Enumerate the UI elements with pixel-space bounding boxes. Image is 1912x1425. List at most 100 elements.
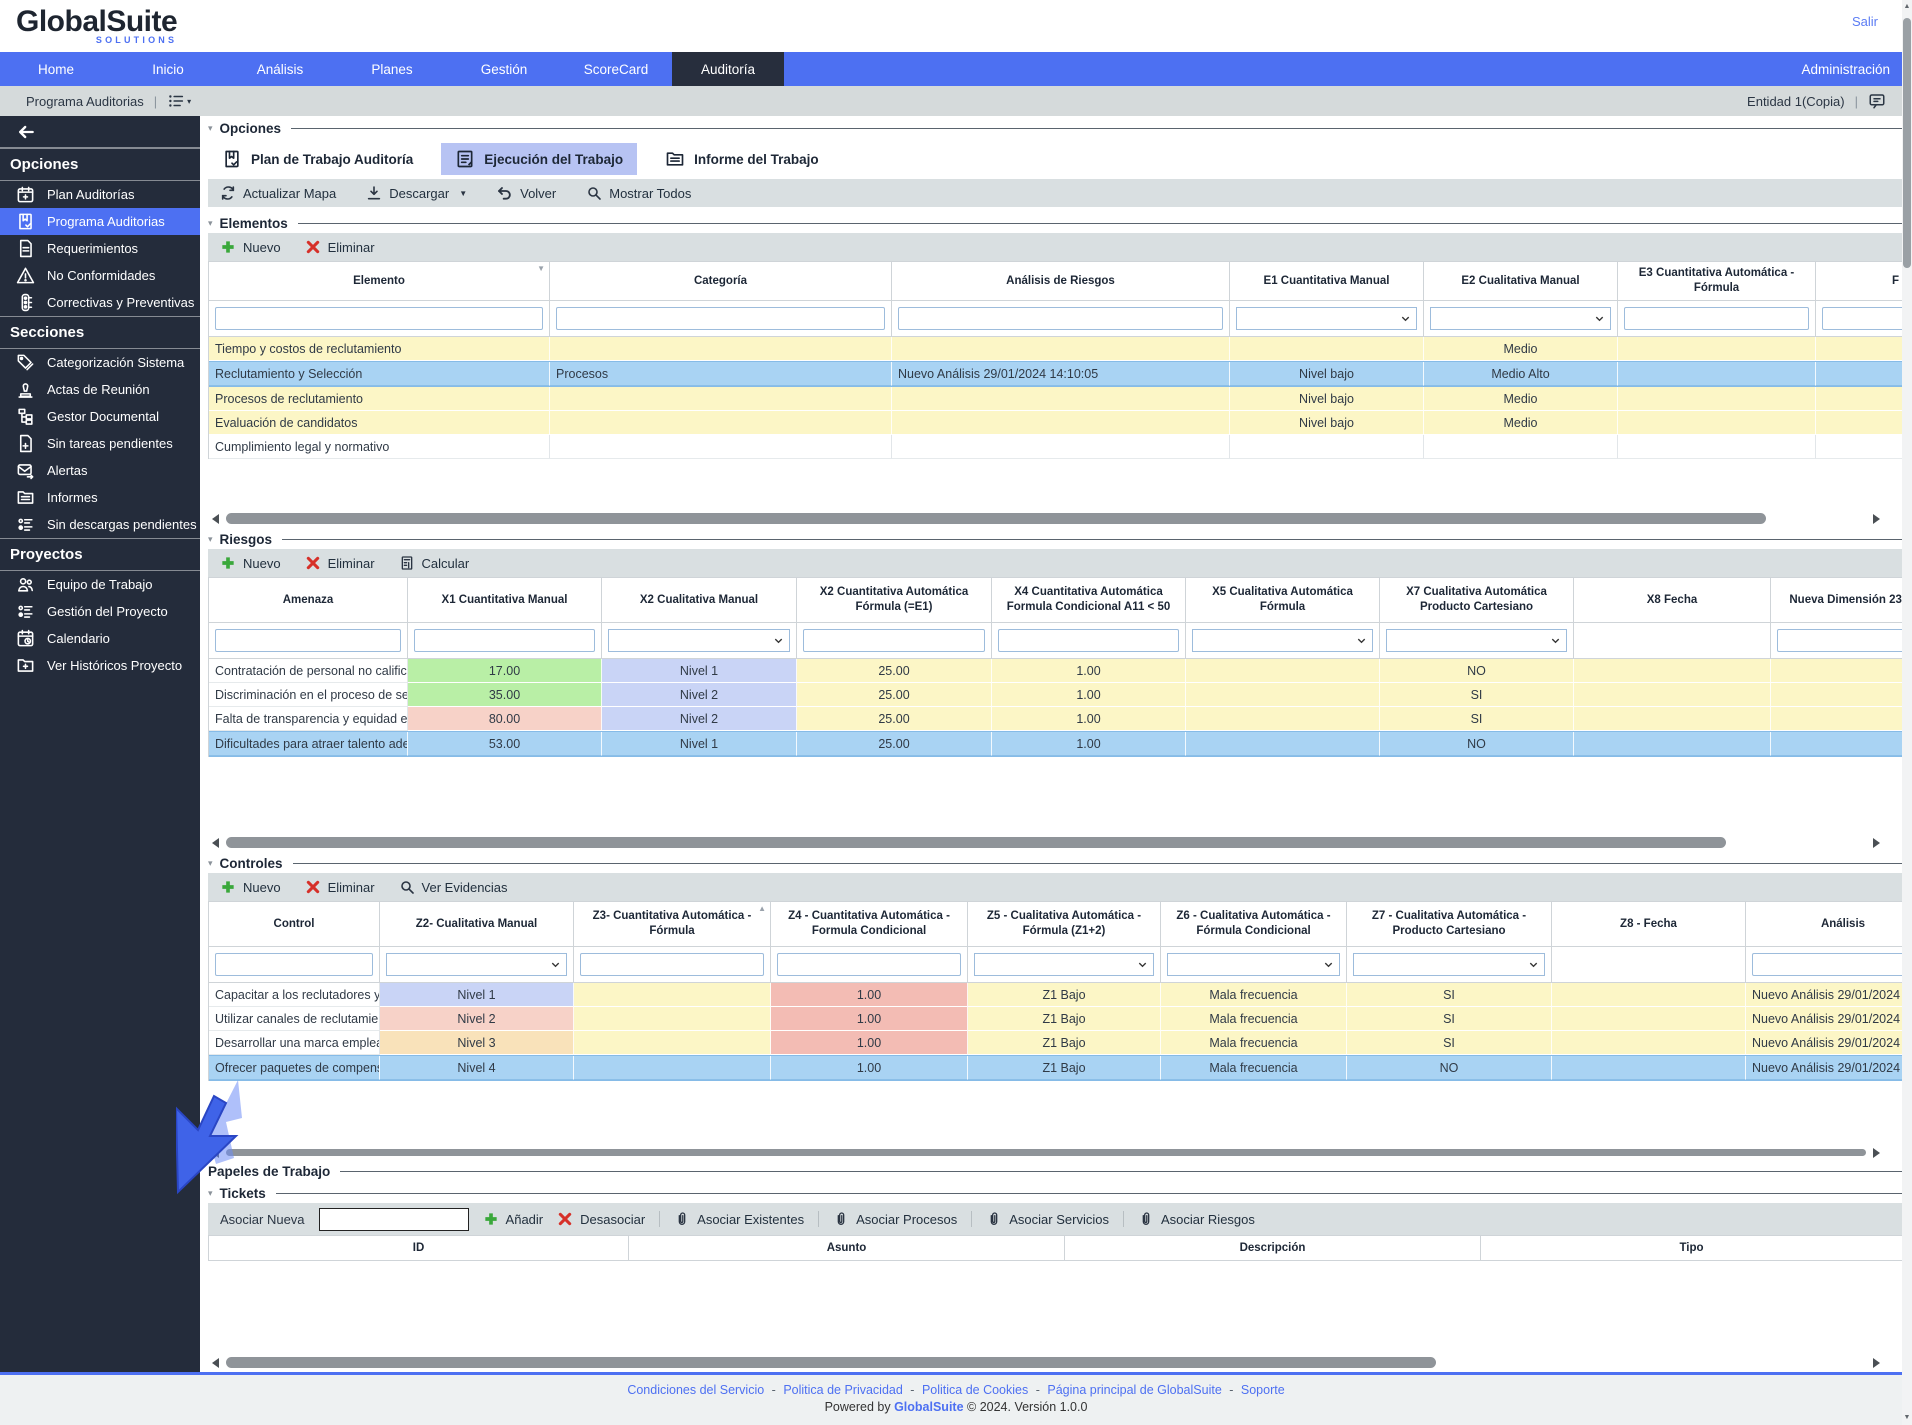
asociar-nueva-select[interactable] — [318, 1207, 483, 1242]
calcular-button[interactable]: Calcular — [399, 555, 469, 571]
scroll-down-icon[interactable]: ▼ — [1902, 1411, 1912, 1425]
column-header-analisis[interactable]: Análisis — [1746, 901, 1902, 947]
collapse-triangle-icon[interactable]: ▾ — [208, 1188, 213, 1199]
filter-select-e2-cualitativa-manual[interactable] — [1430, 307, 1611, 330]
nuevo-button[interactable]: Nuevo — [220, 879, 281, 895]
nav-item-gestion[interactable]: Gestión — [448, 52, 560, 86]
sidebar-item-calendario[interactable]: Calendario — [0, 625, 200, 652]
sidebar-item-informes[interactable]: Informes — [0, 484, 200, 511]
scroll-right-icon[interactable] — [1873, 1357, 1880, 1368]
table-row[interactable]: Cumplimiento legal y normativo — [209, 435, 1902, 459]
filter-input-z3-cuantitativa-automatica-formula[interactable] — [580, 953, 764, 976]
column-header-z5-cualitativa-automatica-formula-z1-2[interactable]: Z5 - Cualitativa Automática - Fórmula (Z… — [968, 901, 1161, 947]
scrollbar-thumb[interactable] — [1903, 18, 1911, 268]
table-row[interactable]: Tiempo y costos de reclutamiento Medio — [209, 337, 1902, 361]
footer-link-condiciones-del-servicio[interactable]: Condiciones del Servicio — [627, 1383, 764, 1397]
sidebar-item-sin-tareas-pendientes[interactable]: Sin tareas pendientes — [0, 430, 200, 457]
nav-item-auditoria[interactable]: Auditoría — [672, 52, 784, 86]
scroll-right-icon[interactable] — [1873, 1147, 1880, 1158]
table-row[interactable]: Procesos de reclutamiento Nivel bajo Medio — [209, 387, 1902, 411]
filter-select-z5-cualitativa-automatica-formula-z1-2[interactable] — [974, 953, 1154, 976]
sidebar-item-alertas[interactable]: Alertas — [0, 457, 200, 484]
column-header-x1-cuantitativa-manual[interactable]: X1 Cuantitativa Manual — [408, 577, 602, 623]
column-header-descripcion[interactable]: Descripción — [1065, 1235, 1481, 1261]
filter-input-amenaza[interactable] — [215, 629, 401, 652]
column-header-x7-cualitativa-automatica-producto-cartesiano[interactable]: X7 Cualitativa Automática Producto Carte… — [1380, 577, 1574, 623]
collapse-triangle-icon[interactable]: ▾ — [208, 534, 213, 545]
view-options-icon[interactable] — [167, 92, 185, 110]
collapse-triangle-icon[interactable]: ▾ — [208, 123, 213, 134]
sidebar-item-no-conformidades[interactable]: No Conformidades — [0, 262, 200, 289]
table-row[interactable]: Desarrollar una marca empleado Nivel 3 1.0… — [209, 1031, 1902, 1055]
column-header-x2-cualitativa-manual[interactable]: X2 Cualitativa Manual — [602, 577, 797, 623]
ver-evidencias-button[interactable]: Ver Evidencias — [399, 879, 508, 895]
mostrar-todos-button[interactable]: Mostrar Todos — [586, 185, 691, 201]
footer-link-soporte[interactable]: Soporte — [1241, 1383, 1285, 1397]
filter-input-analisis[interactable] — [1752, 953, 1902, 976]
sidebar-item-correctivas-y-preventivas[interactable]: Correctivas y Preventivas — [0, 289, 200, 316]
horizontal-scrollbar[interactable] — [212, 1356, 1880, 1369]
scroll-left-icon[interactable] — [212, 837, 219, 848]
horizontal-scrollbar[interactable] — [212, 1147, 1880, 1158]
eliminar-button[interactable]: Eliminar — [305, 879, 375, 895]
logout-link[interactable]: Salir — [1852, 14, 1878, 29]
column-header-nueva-dimension-23-01-2024[interactable]: Nueva Dimensión 23/01/2024 — [1771, 577, 1902, 623]
scroll-right-icon[interactable] — [1873, 837, 1880, 848]
column-header-analisis-de-riesgos[interactable]: Análisis de Riesgos — [892, 261, 1230, 301]
nav-item-administracion[interactable]: Administración — [1779, 52, 1912, 86]
nav-item-planes[interactable]: Planes — [336, 52, 448, 86]
column-header-x4-cuantitativa-automatica-formula-condicional-a11-50[interactable]: X4 Cuantitativa Automática Formula Condi… — [992, 577, 1186, 623]
nav-item-scorecard[interactable]: ScoreCard — [560, 52, 672, 86]
column-header-categoria[interactable]: Categoría — [550, 261, 892, 301]
eliminar-button[interactable]: Eliminar — [305, 239, 375, 255]
sidebar-item-categorizacion-sistema[interactable]: Categorización Sistema — [0, 349, 200, 376]
asociar-procesos-button[interactable]: Asociar Procesos — [818, 1211, 957, 1227]
scroll-right-icon[interactable] — [1873, 513, 1880, 524]
footer-link-pagina-principal-de-globalsuite[interactable]: Página principal de GlobalSuite — [1047, 1383, 1221, 1397]
descargar-button[interactable]: Descargar ▼ — [366, 185, 467, 201]
column-header-z2-cualitativa-manual[interactable]: Z2- Cualitativa Manual — [380, 901, 574, 947]
filter-select-z7-cualitativa-automatica-producto-cartesiano[interactable] — [1353, 953, 1545, 976]
collapse-triangle-icon[interactable]: ▾ — [208, 858, 213, 869]
table-row[interactable]: Reclutamiento y Selección Procesos Nuevo A… — [209, 361, 1902, 387]
footer-link-politica-de-privacidad[interactable]: Politica de Privacidad — [783, 1383, 903, 1397]
table-row[interactable]: Falta de transparencia y equidad en e 80.… — [209, 707, 1902, 731]
sidebar-item-sin-descargas-pendientes[interactable]: Sin descargas pendientes — [0, 511, 200, 538]
asociar-servicios-button[interactable]: Asociar Servicios — [971, 1211, 1109, 1227]
column-header-z4-cuantitativa-automatica-formula-condicional[interactable]: Z4 - Cuantitativa Automática - Formula C… — [771, 901, 968, 947]
asociar-riesgos-button[interactable]: Asociar Riesgos — [1122, 1211, 1255, 1227]
filter-input-x2-cuantitativa-automatica-formula-e1[interactable] — [803, 629, 985, 652]
table-row[interactable]: Contratación de personal no calificad 17.… — [209, 659, 1902, 683]
scrollbar-thumb[interactable] — [226, 837, 1726, 848]
desasociar-button[interactable]: Desasociar — [557, 1211, 645, 1227]
table-row[interactable]: Utilizar canales de reclutamiento Nivel 2… — [209, 1007, 1902, 1031]
filter-input-f[interactable] — [1822, 307, 1902, 330]
nuevo-button[interactable]: Nuevo — [220, 239, 281, 255]
filter-input-x1-cuantitativa-manual[interactable] — [414, 629, 595, 652]
entity-help-icon[interactable] — [1868, 92, 1886, 110]
sidebar-item-plan-auditorias[interactable]: Plan Auditorías — [0, 181, 200, 208]
nav-item-analisis[interactable]: Análisis — [224, 52, 336, 86]
column-header-x8-fecha[interactable]: X8 Fecha — [1574, 577, 1771, 623]
actualizar-mapa-button[interactable]: Actualizar Mapa — [220, 185, 336, 201]
column-header-e2-cualitativa-manual[interactable]: E2 Cualitativa Manual — [1424, 261, 1618, 301]
table-row[interactable]: Evaluación de candidatos Nivel bajo Medio — [209, 411, 1902, 435]
filter-input-categoria[interactable] — [556, 307, 885, 330]
sidebar-item-ver-historicos-proyecto[interactable]: Ver Históricos Proyecto — [0, 652, 200, 679]
sidebar-item-gestion-del-proyecto[interactable]: Gestión del Proyecto — [0, 598, 200, 625]
column-header-id[interactable]: ID — [209, 1235, 629, 1261]
scroll-left-icon[interactable] — [212, 513, 219, 524]
column-header-z6-cualitativa-automatica-formula-condicional[interactable]: Z6 - Cualitativa Automática - Fórmula Co… — [1161, 901, 1347, 947]
sidebar-item-programa-auditorias[interactable]: Programa Auditorias — [0, 208, 200, 235]
filter-input-e3-cuantitativa-automatica-formula[interactable] — [1624, 307, 1809, 330]
nuevo-button[interactable]: Nuevo — [220, 555, 281, 571]
nav-item-inicio[interactable]: Inicio — [112, 52, 224, 86]
column-header-elemento[interactable]: Elemento ▼ — [209, 261, 550, 301]
tab-informe-del-trabajo[interactable]: Informe del Trabajo — [651, 143, 833, 175]
table-row[interactable]: Discriminación en el proceso de selec 35.… — [209, 683, 1902, 707]
tab-plan-de-trabajo-auditoria[interactable]: Plan de Trabajo Auditoría — [208, 143, 427, 175]
sidebar-item-gestor-documental[interactable]: Gestor Documental — [0, 403, 200, 430]
sidebar-item-equipo-de-trabajo[interactable]: Equipo de Trabajo — [0, 571, 200, 598]
scrollbar-thumb[interactable] — [226, 1357, 1436, 1368]
collapse-triangle-icon[interactable]: ▾ — [208, 218, 213, 229]
